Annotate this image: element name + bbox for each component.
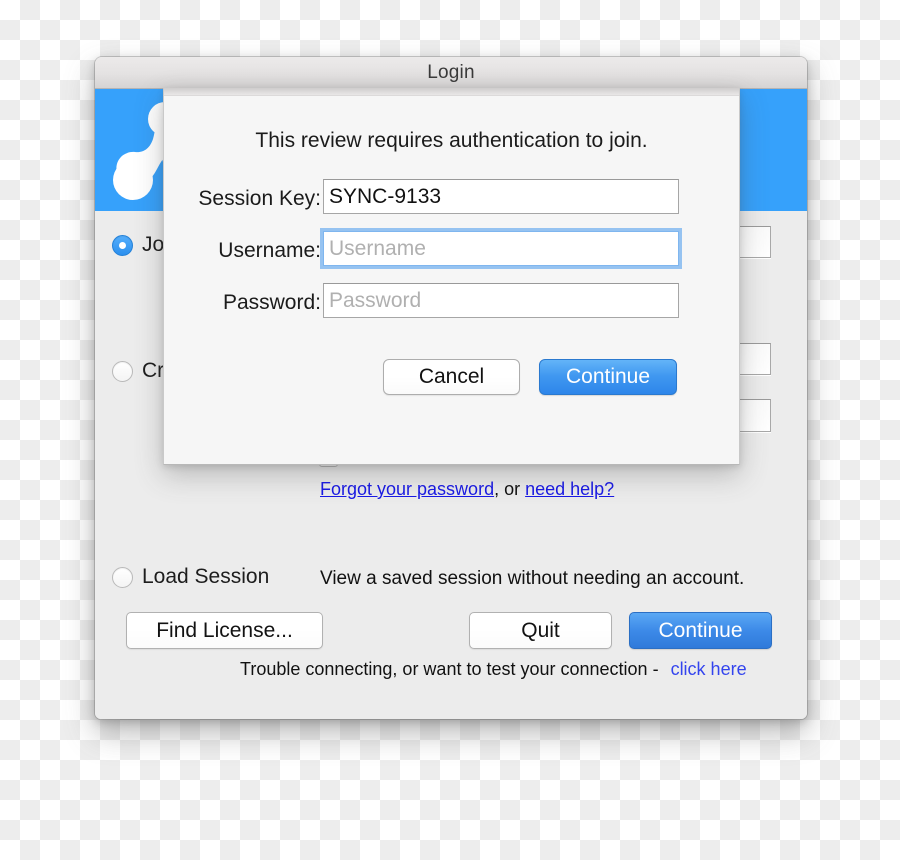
radio-indicator-join[interactable] <box>112 234 133 256</box>
sheet-password-input[interactable] <box>323 283 679 318</box>
radio-option-load-session[interactable]: Load Session <box>112 565 269 589</box>
links-separator: , or <box>494 479 521 499</box>
sheet-button-row: Cancel Continue <box>164 359 739 399</box>
username-label: Username: <box>218 239 321 262</box>
quit-button[interactable]: Quit <box>469 612 612 649</box>
session-key-input[interactable] <box>323 179 679 214</box>
session-key-label: Session Key: <box>198 187 321 210</box>
authentication-sheet: This review requires authentication to j… <box>163 88 740 465</box>
sheet-cancel-button[interactable]: Cancel <box>383 359 520 395</box>
load-session-hint: View a saved session without needing an … <box>320 568 745 589</box>
password-row: Password: <box>164 283 739 335</box>
find-license-button[interactable]: Find License... <box>126 612 323 649</box>
sheet-password-label: Password: <box>222 291 321 314</box>
connection-footnote: Trouble connecting, or want to test your… <box>240 659 747 680</box>
radio-indicator-create[interactable] <box>112 360 133 382</box>
sheet-continue-button[interactable]: Continue <box>539 359 677 395</box>
sheet-message: This review requires authentication to j… <box>255 129 648 152</box>
radio-indicator-load-session[interactable] <box>112 566 133 588</box>
radio-label-load-session: Load Session <box>142 565 270 588</box>
username-row: Username: <box>164 231 739 283</box>
username-input[interactable] <box>323 231 679 266</box>
sheet-form: Session Key: Username: Password: <box>164 179 739 335</box>
forgot-password-link[interactable]: Forgot your password <box>320 479 494 499</box>
continue-button[interactable]: Continue <box>629 612 772 649</box>
need-help-link[interactable]: need help? <box>525 479 614 499</box>
test-connection-link[interactable]: click here <box>671 659 747 679</box>
session-key-row: Session Key: <box>164 179 739 231</box>
window-titlebar: Login <box>95 57 807 89</box>
connection-footnote-text: Trouble connecting, or want to test your… <box>240 659 659 679</box>
window-title: Login <box>427 61 475 83</box>
password-help-links: Forgot your password, or need help? <box>320 479 614 500</box>
sheet-top-edge <box>164 88 739 96</box>
